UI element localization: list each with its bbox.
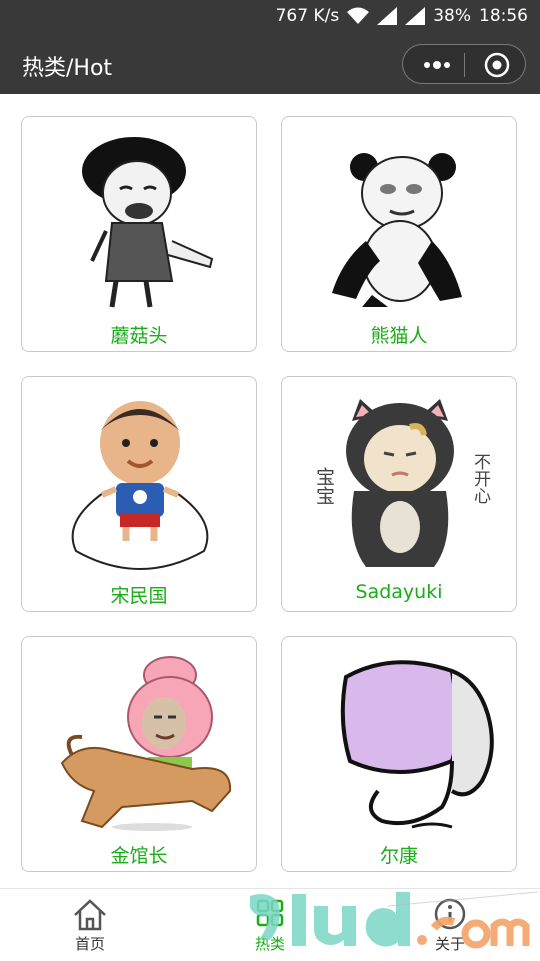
page-title: 热类/Hot [22,56,113,81]
meme-category-grid: 蘑菇头 熊猫人 宋民国 宝宝 不开心 Sadayuki 金馆长 尔康 [0,94,540,888]
erkang-meme-image [340,660,494,829]
home-icon [74,899,106,931]
category-card-jinguanzhang[interactable]: 金馆长 [21,636,257,872]
tab-about[interactable]: 关于 [360,889,540,961]
sticker-text-right: 不开心 [470,453,491,504]
pig-rider-meme-image [60,656,232,831]
wifi-icon [347,7,370,24]
tab-label: 热类 [254,935,285,953]
baby-jump-rope-meme-image [71,401,209,570]
cat-costume-baby-meme-image: 宝宝 不开心 [313,399,491,567]
battery-level: 38% [433,6,471,26]
sticker-text-left: 宝宝 [313,467,335,505]
tab-label: 关于 [434,935,465,953]
info-icon [434,898,466,930]
tab-home[interactable]: 首页 [0,889,180,961]
category-label: 熊猫人 [370,325,428,347]
signal-icon-2 [405,7,426,25]
mushroom-head-meme-image [82,137,214,308]
mini-program-capsule [402,44,526,84]
category-card-mogutou[interactable]: 蘑菇头 [21,116,257,352]
status-bar: 767 K/s 38% 18:56 [0,0,540,34]
category-label: Sadayuki [355,581,443,603]
target-close-icon[interactable] [483,51,511,79]
category-card-erkang[interactable]: 尔康 [281,636,517,872]
category-label: 尔康 [379,845,418,867]
more-dots-icon[interactable] [421,53,453,77]
category-label: 宋民国 [110,585,168,607]
tab-label: 首页 [74,935,105,953]
category-label: 蘑菇头 [110,325,168,347]
signal-icon [377,7,398,25]
panda-man-meme-image [332,153,462,307]
category-card-sadayuki[interactable]: 宝宝 不开心 Sadayuki [281,376,517,612]
category-card-songminguo[interactable]: 宋民国 [21,376,257,612]
nav-bar: 热类/Hot [0,34,540,94]
tab-bar: 首页 热类 关于 [0,888,540,961]
grid-icon [256,899,284,927]
category-label: 金馆长 [110,845,168,867]
tab-hot[interactable]: 热类 [180,889,360,961]
clock: 18:56 [479,6,528,26]
category-card-xiongmaoren[interactable]: 熊猫人 [281,116,517,352]
capsule-divider [464,53,465,77]
network-speed: 767 K/s [275,6,340,26]
